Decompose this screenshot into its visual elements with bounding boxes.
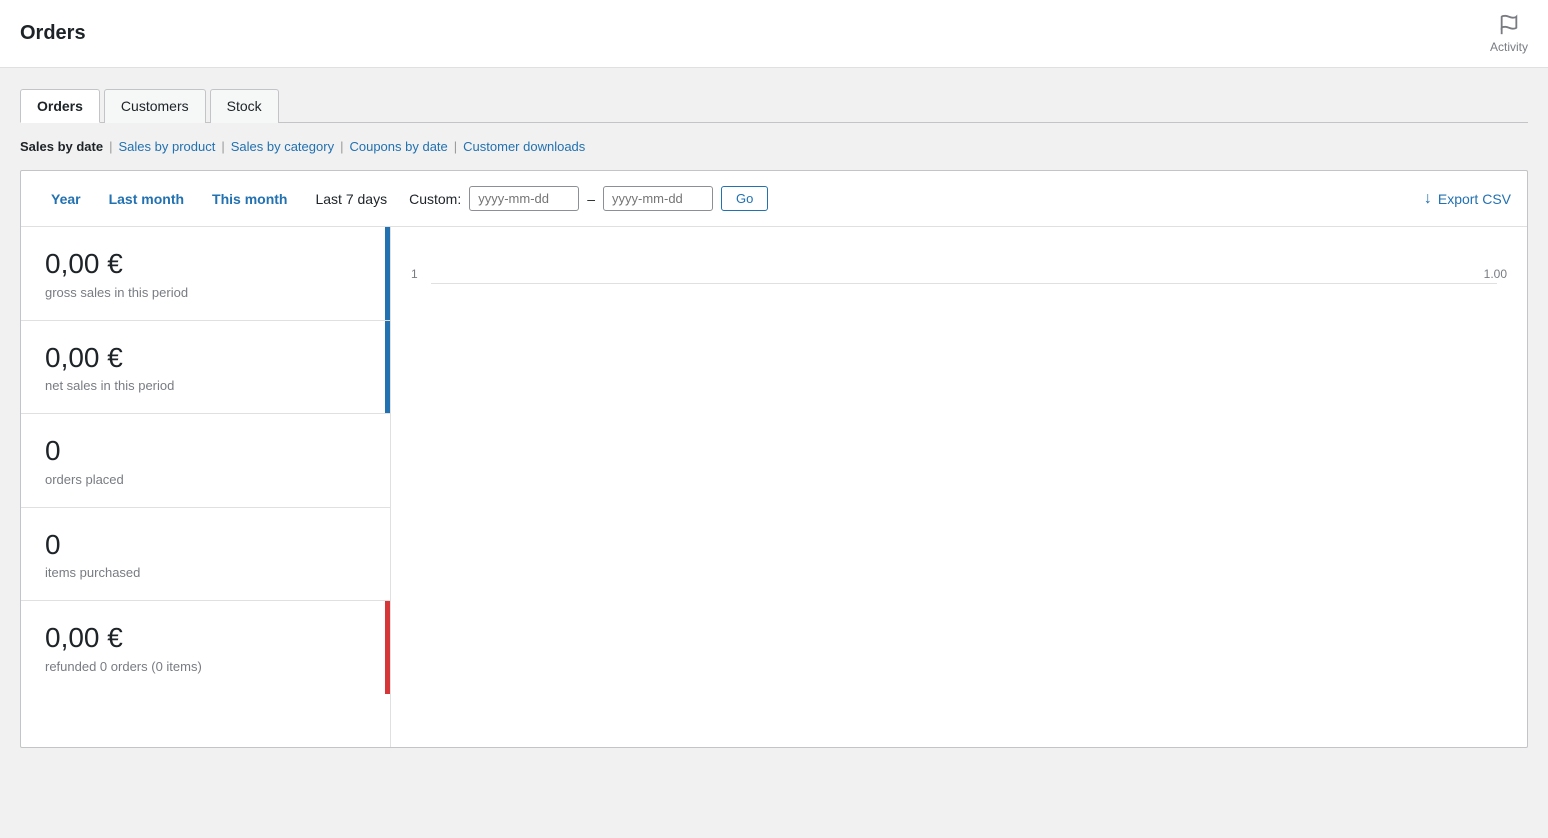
subnav-coupons-by-date[interactable]: Coupons by date — [349, 139, 447, 154]
tab-bar: Orders Customers Stock — [20, 88, 1528, 123]
subnav-sales-by-date[interactable]: Sales by date — [20, 139, 103, 154]
items-purchased-label: items purchased — [45, 565, 366, 580]
date-separator: – — [587, 191, 595, 207]
go-button[interactable]: Go — [721, 186, 768, 211]
net-sales-label: net sales in this period — [45, 378, 366, 393]
net-sales-value: 0,00 € — [45, 341, 366, 375]
download-icon: ↓ — [1424, 190, 1432, 208]
tab-orders[interactable]: Orders — [20, 89, 100, 123]
gross-sales-bar — [385, 227, 390, 320]
activity-button[interactable]: Activity — [1490, 14, 1528, 54]
export-csv-label: Export CSV — [1438, 191, 1511, 207]
last-7-days-filter-button[interactable]: Last 7 days — [301, 171, 401, 226]
chart-area: 1 1.00 — [391, 227, 1527, 747]
chart-inner: 1 1.00 — [411, 247, 1507, 727]
this-month-filter-button[interactable]: This month — [198, 171, 301, 226]
stat-refunded: 0,00 € refunded 0 orders (0 items) — [21, 601, 390, 694]
stats-column: 0,00 € gross sales in this period 0,00 €… — [21, 227, 391, 747]
page-title: Orders — [20, 22, 86, 45]
date-filter-bar: Year Last month This month Last 7 days C… — [21, 171, 1527, 227]
date-to-input[interactable] — [603, 186, 713, 211]
stat-orders-placed: 0 orders placed — [21, 414, 390, 508]
top-bar: Orders Activity — [0, 0, 1548, 68]
refunded-label: refunded 0 orders (0 items) — [45, 659, 366, 674]
sub-nav: Sales by date | Sales by product | Sales… — [20, 139, 1528, 154]
custom-date-section: Custom: – Go — [409, 186, 768, 211]
content-area: Orders Customers Stock Sales by date | S… — [0, 68, 1548, 768]
chart-y-axis-label: 1 — [411, 267, 418, 281]
subnav-customer-downloads[interactable]: Customer downloads — [463, 139, 585, 154]
subnav-sales-by-category[interactable]: Sales by category — [231, 139, 334, 154]
date-from-input[interactable] — [469, 186, 579, 211]
subnav-sales-by-product[interactable]: Sales by product — [119, 139, 216, 154]
last-month-filter-button[interactable]: Last month — [95, 171, 198, 226]
stat-gross-sales: 0,00 € gross sales in this period — [21, 227, 390, 321]
year-filter-button[interactable]: Year — [37, 171, 95, 226]
refunded-bar — [385, 601, 390, 694]
gross-sales-value: 0,00 € — [45, 247, 366, 281]
chart-gridline — [431, 283, 1497, 284]
tab-customers[interactable]: Customers — [104, 89, 206, 123]
net-sales-bar — [385, 321, 390, 414]
flag-icon — [1498, 14, 1520, 36]
refunded-value: 0,00 € — [45, 621, 366, 655]
items-purchased-value: 0 — [45, 528, 366, 562]
stat-items-purchased: 0 items purchased — [21, 508, 390, 602]
chart-y-axis-value: 1.00 — [1484, 267, 1507, 281]
tab-stock[interactable]: Stock — [210, 89, 279, 123]
activity-label: Activity — [1490, 40, 1528, 54]
orders-placed-label: orders placed — [45, 472, 366, 487]
gross-sales-label: gross sales in this period — [45, 285, 366, 300]
stats-chart-row: 0,00 € gross sales in this period 0,00 €… — [21, 227, 1527, 747]
main-panel: Year Last month This month Last 7 days C… — [20, 170, 1528, 748]
orders-placed-value: 0 — [45, 434, 366, 468]
stat-net-sales: 0,00 € net sales in this period — [21, 321, 390, 415]
custom-date-label: Custom: — [409, 191, 461, 207]
export-csv-button[interactable]: ↓ Export CSV — [1424, 190, 1511, 208]
